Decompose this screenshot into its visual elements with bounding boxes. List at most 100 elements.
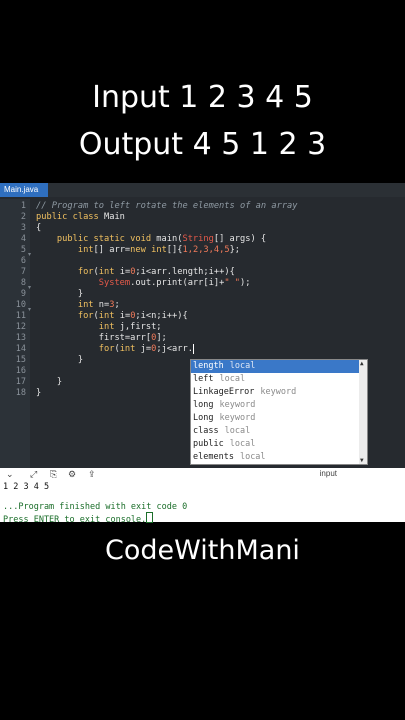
chevron-down-icon[interactable]: ⌄ [6, 469, 14, 480]
ide-window: Main.java 1 2 3 4 5 6 7 8 9 10 11 12 13 … [0, 183, 405, 468]
code-text: ;i<n;i++){ [135, 311, 188, 321]
type-name: int [77, 300, 94, 310]
suggestion-kind: local [239, 452, 266, 462]
keyword: public class [36, 212, 99, 222]
autocomplete-item-public[interactable]: public local [191, 438, 360, 451]
code-line-15[interactable]: } [36, 355, 83, 365]
code-line-4[interactable]: public static void main(String[] args) { [36, 234, 266, 244]
code-line-12[interactable]: int j,first; [36, 322, 162, 332]
line-number: 10 [15, 300, 26, 310]
autocomplete-item-left[interactable]: left local [191, 373, 360, 386]
code-line-2[interactable]: public class Main [36, 212, 125, 222]
suggestion-kind: local [229, 439, 256, 449]
number-literal: 1,2,3,4,5 [182, 245, 230, 255]
code-line-3[interactable]: { [36, 223, 41, 233]
type-name: int [77, 245, 94, 255]
line-number: 17 [15, 377, 26, 387]
console-exit-prompt: Press ENTER to exit console. [3, 512, 154, 525]
brace: } [56, 377, 63, 387]
code-text: i= [114, 267, 131, 277]
code-text: [] args) { [213, 234, 267, 244]
line-number: 13 [15, 333, 26, 343]
line-number: 8 [20, 278, 26, 288]
share-icon[interactable]: ⇪ [88, 469, 96, 480]
autocomplete-item-long[interactable]: long keyword [191, 399, 360, 412]
string-literal: " " [224, 278, 241, 288]
tab-main-java[interactable]: Main.java [0, 183, 48, 197]
keyword: new [130, 245, 146, 255]
code-line-17[interactable]: } [36, 377, 62, 387]
code-line-13[interactable]: first=arr[0]; [36, 333, 167, 343]
autocomplete-popup[interactable]: length local left local LinkageError keywor… [190, 359, 368, 465]
type-name: int [98, 311, 115, 321]
code-line-10[interactable]: int n=3; [36, 300, 120, 310]
autocomplete-item-elements[interactable]: elements local [191, 451, 360, 464]
autocomplete-scrollbar[interactable]: ▲ ▼ [359, 360, 367, 464]
code-line-18[interactable]: } [36, 388, 41, 398]
code-text: n= [93, 300, 110, 310]
gear-icon[interactable]: ⚙ [68, 469, 76, 480]
console-finished-message: ...Program finished with exit code 0 [3, 502, 188, 512]
suggestion-kind: local [219, 374, 246, 384]
code-text: ; [114, 300, 120, 310]
line-number: 3 [20, 223, 26, 233]
fold-marker-icon[interactable]: ▾ [28, 306, 31, 313]
line-number: 14 [15, 344, 26, 354]
line-number: 6 [20, 256, 26, 266]
line-number: 4 [20, 234, 26, 244]
comment: // Program to left rotate the elements o… [36, 201, 298, 211]
code-line-8[interactable]: System.out.print(arr[i]+" "); [36, 278, 251, 288]
type-name: int [119, 344, 136, 354]
suggestion-kind: keyword [219, 400, 256, 410]
autocomplete-item-class[interactable]: class local [191, 425, 360, 438]
console-toolbar: ⌄ ⤢ ⎘ ⚙ ⇪ input [0, 468, 405, 482]
expand-icon[interactable]: ⤢ [30, 469, 37, 480]
autocomplete-item-length[interactable]: length local [191, 360, 360, 373]
type-name: int [98, 267, 115, 277]
line-number: 2 [20, 212, 26, 222]
suggestion-name: class [193, 426, 219, 436]
scroll-down-icon[interactable]: ▼ [360, 457, 364, 464]
console-program-output: 1 2 3 4 5 [3, 482, 50, 492]
autocomplete-item-linkageerror[interactable]: LinkageError keyword [191, 386, 360, 399]
brace: } [77, 355, 84, 365]
editor-tab-bar: Main.java [0, 183, 405, 197]
suggestion-kind: keyword [219, 413, 256, 423]
text-cursor: ​ [192, 344, 194, 354]
code-line-9[interactable]: } [36, 289, 83, 299]
suggestion-name: LinkageError [193, 387, 255, 397]
line-number-gutter: 1 2 3 4 5 6 7 8 9 10 11 12 13 14 15 16 1… [0, 199, 31, 468]
brace: } [36, 388, 42, 398]
line-number: 5 [20, 245, 26, 255]
suggestion-name: left [193, 374, 214, 384]
console-cursor [146, 512, 154, 523]
line-number: 18 [15, 388, 26, 398]
code-line-7[interactable]: for(int i=0;i<arr.length;i++){ [36, 267, 235, 277]
type-name: String [182, 234, 214, 244]
fold-marker-icon[interactable]: ▾ [28, 251, 31, 258]
caption-input: Input 1 2 3 4 5 [92, 80, 313, 115]
identifier: main( [151, 234, 183, 244]
code-line-5[interactable]: int[] arr=new int[]{1,2,3,4,5}; [36, 245, 240, 255]
fold-marker-icon[interactable]: ▾ [28, 284, 31, 291]
stop-icon[interactable]: ⎘ [50, 469, 57, 480]
caption-output: Output 4 5 1 2 3 [78, 127, 327, 162]
class-name: System [98, 278, 131, 288]
code-text: ); [240, 278, 251, 288]
keyword: for [77, 267, 94, 277]
brace: } [77, 289, 84, 299]
suggestion-kind: local [224, 426, 251, 436]
console-output[interactable]: 1 2 3 4 5 ...Program finished with exit … [0, 482, 405, 525]
code-line-14[interactable]: for(int j=0;j<arr.​ [36, 344, 194, 354]
autocomplete-item-long-class[interactable]: Long keyword [191, 412, 360, 425]
code-line-1[interactable]: // Program to left rotate the elements o… [36, 201, 298, 211]
suggestion-name: long [193, 400, 214, 410]
line-number: 12 [15, 322, 26, 332]
keyword: for [77, 311, 94, 321]
suggestion-name: elements [193, 452, 234, 462]
suggestion-kind: keyword [260, 387, 297, 397]
code-line-11[interactable]: for(int i=0;i<n;i++){ [36, 311, 188, 321]
scroll-up-icon[interactable]: ▲ [360, 360, 364, 367]
line-number: 16 [15, 366, 26, 376]
line-number: 11 [15, 311, 26, 321]
